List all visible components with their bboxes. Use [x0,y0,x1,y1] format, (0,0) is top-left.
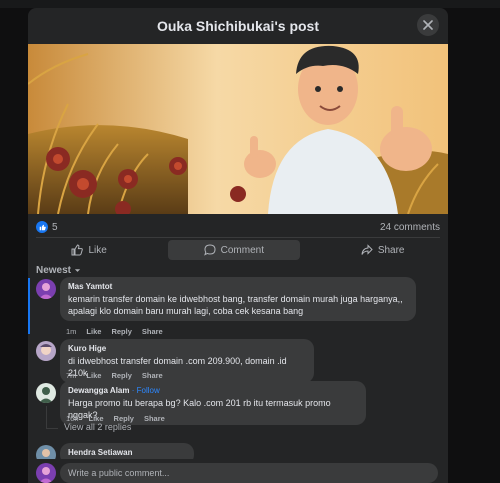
comment-reply-link[interactable]: Reply [111,327,131,336]
thread-marker [28,278,30,334]
comment-meta: 1m Like Reply Share [66,327,163,336]
comment-bubble: Mas Yamtot kemarin transfer domain ke id… [60,277,416,321]
comment-reply-link[interactable]: Reply [111,371,131,380]
comment-meta: 7m Like Reply Share [66,371,163,380]
comment-share-link[interactable]: Share [142,371,163,380]
reply-thread-branch [46,428,58,429]
follow-link[interactable]: · Follow [132,386,160,395]
comment-like-link[interactable]: Like [86,371,101,380]
post-modal: Ouka Shichibukai's post 5 24 comments Li… [28,8,448,483]
avatar[interactable] [36,383,56,403]
avatar[interactable] [36,341,56,361]
avatar[interactable] [36,279,56,299]
comment-author-line: Dewangga Alam · Follow [68,385,358,397]
comment-like-link[interactable]: Like [86,327,101,336]
comment-share-link[interactable]: Share [142,327,163,336]
comment-author[interactable]: Dewangga Alam [68,386,130,395]
comment-composer: Write a public comment... [28,459,448,483]
comment-author[interactable]: Kuro Hige [68,343,306,355]
comment-input[interactable]: Write a public comment... [60,463,438,483]
comment-time[interactable]: 1m [66,327,76,336]
comment-time[interactable]: 7m [66,371,76,380]
view-replies-link[interactable]: View all 2 replies [64,422,131,432]
reply-thread-line [46,406,47,428]
comment-share-link[interactable]: Share [144,414,165,423]
comment-text: kemarin transfer domain ke idwebhost ban… [68,294,403,304]
comment-author[interactable]: Mas Yamtot [68,281,408,293]
comment-author[interactable]: Hendra Setiawan [68,447,186,459]
avatar[interactable] [36,463,56,483]
comment-list: Mas Yamtot kemarin transfer domain ke id… [28,8,448,483]
comment-text: apalagi klo domain baru murah lagi, coba… [68,306,304,316]
page-backdrop [0,0,500,8]
